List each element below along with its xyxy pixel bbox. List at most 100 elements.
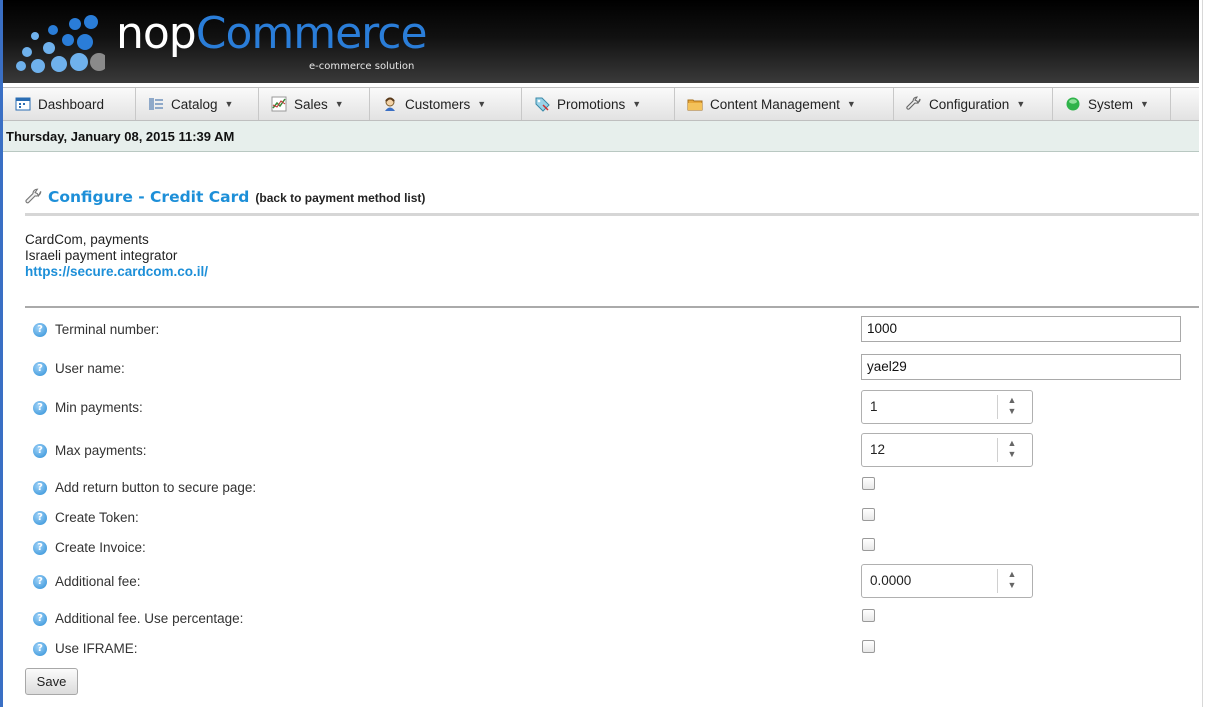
menu-label-sales: Sales [294, 96, 328, 112]
menu-label-promotions: Promotions [557, 96, 626, 112]
create-invoice-label: ? Create Invoice: [33, 540, 146, 555]
menu-label-dashboard: Dashboard [38, 96, 105, 112]
description-line-1: CardCom, payments [25, 232, 149, 247]
menu-label-customers: Customers [405, 96, 471, 112]
menu-item-catalog[interactable]: Catalog ▼ [136, 88, 259, 120]
use-iframe-checkbox[interactable] [862, 640, 875, 653]
add-return-button-checkbox[interactable] [862, 477, 875, 490]
chevron-down-icon: ▼ [477, 99, 487, 109]
catalog-icon [149, 98, 163, 110]
nopcommerce-logo-icon [16, 15, 105, 73]
logo-nop: nop [116, 8, 197, 59]
use-iframe-label: ? Use IFRAME: [33, 641, 138, 656]
customer-icon [385, 97, 395, 111]
menu-label-configuration: Configuration [929, 96, 1010, 112]
plugin-description: CardCom, payments Israeli payment integr… [25, 232, 208, 280]
additional-fee-stepper[interactable]: 0.0000 ▲ ▼ [861, 564, 1033, 598]
site-header: nopCommerce e-commerce solution [3, 0, 1199, 83]
additional-fee-percentage-label-text: Additional fee. Use percentage: [55, 611, 244, 626]
additional-fee-percentage-label: ? Additional fee. Use percentage: [33, 611, 243, 626]
help-icon[interactable]: ? [33, 400, 47, 415]
chevron-down-icon: ▼ [1140, 99, 1149, 109]
wrench-icon [906, 96, 921, 110]
help-icon[interactable]: ? [33, 641, 47, 656]
stepper-down-icon[interactable]: ▼ [998, 406, 1026, 417]
section-divider [25, 306, 1199, 308]
menu-item-content-management[interactable]: Content Management ▼ [675, 88, 894, 120]
terminal-number-label-text: Terminal number: [55, 322, 160, 337]
additional-fee-label-text: Additional fee: [55, 574, 141, 589]
terminal-number-label: ? Terminal number: [33, 322, 159, 337]
menu-item-customers[interactable]: Customers ▼ [370, 88, 522, 120]
logo-commerce: Commerce [195, 8, 428, 59]
add-return-button-label: ? Add return button to secure page: [33, 480, 256, 495]
green-status-icon [1066, 97, 1080, 111]
current-datetime-bar: Thursday, January 08, 2015 11:39 AM [3, 121, 1199, 152]
page-right-edge [1202, 0, 1217, 707]
stepper-arrows[interactable]: ▲ ▼ [997, 395, 1026, 419]
stepper-up-icon[interactable]: ▲ [998, 395, 1026, 406]
menu-label-catalog: Catalog [171, 96, 218, 112]
page-title-row: Configure - Credit Card (back to payment… [25, 188, 425, 206]
wrench-icon [25, 188, 42, 204]
additional-fee-percentage-checkbox[interactable] [862, 609, 875, 622]
main-menu: Dashboard Catalog ▼ Sales ▼ Customers ▼ … [3, 87, 1199, 121]
help-icon[interactable]: ? [33, 574, 47, 589]
menu-label-system: System [1088, 96, 1134, 112]
help-icon[interactable]: ? [33, 322, 47, 337]
chevron-down-icon: ▼ [846, 99, 856, 109]
stepper-up-icon[interactable]: ▲ [998, 569, 1026, 580]
create-token-label: ? Create Token: [33, 510, 139, 525]
create-token-checkbox[interactable] [862, 508, 875, 521]
use-iframe-label-text: Use IFRAME: [55, 641, 138, 656]
logo-wordmark[interactable]: nopCommerce [116, 8, 428, 60]
min-payments-label-text: Min payments: [55, 400, 143, 415]
chevron-down-icon: ▼ [224, 99, 234, 109]
min-payments-stepper[interactable]: 1 ▲ ▼ [861, 390, 1033, 424]
help-icon[interactable]: ? [33, 540, 47, 555]
stepper-down-icon[interactable]: ▼ [998, 449, 1026, 460]
terminal-number-input[interactable]: 1000 [861, 316, 1181, 342]
save-button[interactable]: Save [25, 668, 78, 695]
chevron-down-icon: ▼ [1016, 99, 1026, 109]
max-payments-value: 12 [870, 442, 886, 457]
tag-icon [535, 97, 550, 112]
help-icon[interactable]: ? [33, 510, 47, 525]
stepper-arrows[interactable]: ▲ ▼ [997, 438, 1026, 462]
create-invoice-label-text: Create Invoice: [55, 540, 146, 555]
menu-item-configuration[interactable]: Configuration ▼ [894, 88, 1053, 120]
menu-item-sales[interactable]: Sales ▼ [259, 88, 370, 120]
description-line-2: Israeli payment integrator [25, 248, 178, 263]
menu-label-content-management: Content Management [710, 96, 840, 112]
help-icon[interactable]: ? [33, 361, 47, 376]
add-return-button-label-text: Add return button to secure page: [55, 480, 257, 495]
folder-icon [687, 99, 703, 111]
user-name-label: ? User name: [33, 361, 125, 376]
cardcom-website-link[interactable]: https://secure.cardcom.co.il/ [25, 264, 208, 280]
chevron-down-icon: ▼ [334, 99, 344, 109]
stepper-up-icon[interactable]: ▲ [998, 438, 1026, 449]
max-payments-stepper[interactable]: 12 ▲ ▼ [861, 433, 1033, 467]
additional-fee-label: ? Additional fee: [33, 574, 141, 589]
menu-item-promotions[interactable]: Promotions ▼ [522, 88, 675, 120]
help-icon[interactable]: ? [33, 611, 47, 626]
stepper-down-icon[interactable]: ▼ [998, 580, 1026, 591]
sales-chart-icon [271, 96, 287, 112]
user-name-input[interactable]: yael29 [861, 354, 1181, 380]
menu-item-dashboard[interactable]: Dashboard [3, 88, 136, 120]
back-to-payment-methods-link[interactable]: (back to payment method list) [255, 191, 425, 205]
help-icon[interactable]: ? [33, 443, 47, 458]
chevron-down-icon: ▼ [632, 99, 642, 109]
logo-subtitle: e-commerce solution [309, 61, 415, 72]
min-payments-value: 1 [870, 399, 878, 414]
help-icon[interactable]: ? [33, 480, 47, 495]
max-payments-label: ? Max payments: [33, 443, 147, 458]
stepper-arrows[interactable]: ▲ ▼ [997, 569, 1026, 593]
menu-item-system[interactable]: System ▼ [1053, 88, 1171, 120]
create-token-label-text: Create Token: [55, 510, 139, 525]
max-payments-label-text: Max payments: [55, 443, 147, 458]
user-name-label-text: User name: [55, 361, 125, 376]
title-divider [25, 213, 1199, 216]
create-invoice-checkbox[interactable] [862, 538, 875, 551]
dashboard-icon [15, 97, 31, 111]
